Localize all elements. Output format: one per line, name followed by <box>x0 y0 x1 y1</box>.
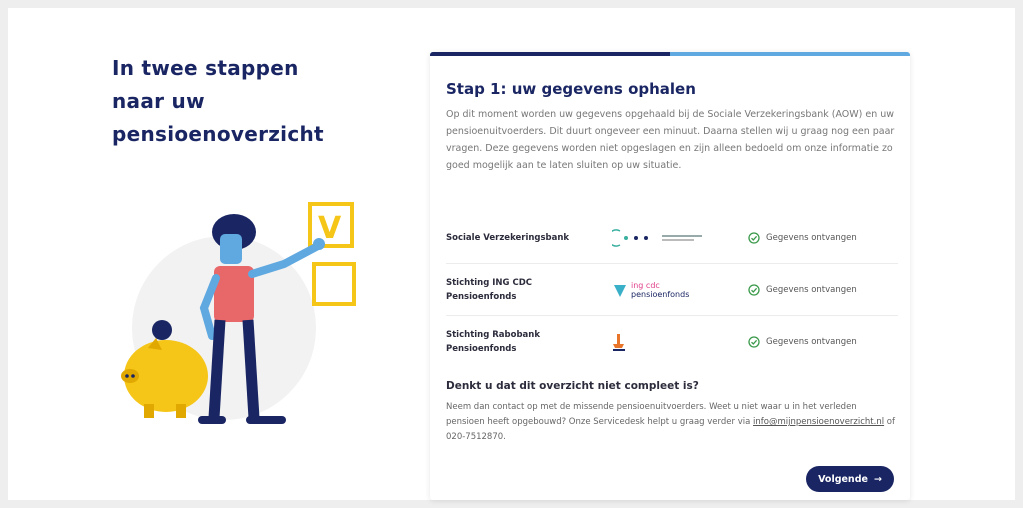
incomplete-heading: Denkt u dat dit overzicht niet compleet … <box>446 380 699 392</box>
provider-list: Sociale Verzekeringsbank Gegevens ontvan… <box>446 212 898 368</box>
provider-status: Gegevens ontvangen <box>748 283 857 296</box>
pension-illustration: V <box>121 202 356 424</box>
headline-line-1: In twee stappen <box>112 56 299 80</box>
headline-line-2: naar uw <box>112 89 205 113</box>
provider-name-line: Stichting ING CDC <box>446 277 533 288</box>
progress-bar <box>430 52 910 56</box>
check-circle-icon <box>748 336 760 348</box>
status-text: Gegevens ontvangen <box>766 284 857 295</box>
progress-bar-fill <box>430 52 670 56</box>
provider-status: Gegevens ontvangen <box>748 336 857 348</box>
status-text: Gegevens ontvangen <box>766 337 857 347</box>
page: In twee stappen naar uw pensioenoverzich… <box>8 8 1015 500</box>
rabobank-logo <box>612 327 748 357</box>
svb-logo-icon <box>612 228 702 247</box>
check-circle-icon <box>748 231 760 244</box>
ing-cdc-logo-subtext: pensioenfonds <box>631 289 690 299</box>
rabobank-logo-icon <box>613 334 625 351</box>
next-button-label: Volgende <box>818 473 868 485</box>
provider-status: Gegevens ontvangen <box>748 231 857 244</box>
provider-row-rabobank: Stichting Rabobank Pensioenfonds Gegeven… <box>446 316 898 368</box>
provider-name-line: Sociale Verzekeringsbank <box>446 232 570 243</box>
step-title: Stap 1: uw gegevens ophalen <box>446 80 696 98</box>
incomplete-text: Neem dan contact op met de missende pens… <box>446 400 896 445</box>
status-text: Gegevens ontvangen <box>766 232 857 243</box>
arrow-right-icon: → <box>873 473 882 485</box>
step-intro-text: Op dit moment worden uw gegevens opgehaa… <box>446 109 895 171</box>
checkbox-empty <box>312 262 356 306</box>
provider-name: Stichting Rabobank Pensioenfonds <box>446 328 612 356</box>
ing-cdc-logo-icon <box>614 284 626 297</box>
provider-row-svb: Sociale Verzekeringsbank Gegevens ontvan… <box>446 212 898 264</box>
headline-line-3: pensioenoverzicht <box>112 122 324 146</box>
check-circle-icon <box>748 283 760 296</box>
page-headline: In twee stappen naar uw pensioenoverzich… <box>112 52 372 151</box>
ing-cdc-logo-text: ing cdc <box>631 280 660 290</box>
servicedesk-email-link[interactable]: info@mijnpensioenoverzicht.nl <box>753 417 884 427</box>
provider-name-line: Stichting Rabobank <box>446 330 540 340</box>
svb-logo <box>612 223 748 253</box>
provider-name: Stichting ING CDC Pensioenfonds <box>446 276 612 304</box>
provider-name: Sociale Verzekeringsbank <box>446 231 612 245</box>
ing-cdc-logo: ing cdc pensioenfonds <box>612 275 748 305</box>
provider-row-ing-cdc: Stichting ING CDC Pensioenfonds ing cdc … <box>446 264 898 316</box>
step-card: Stap 1: uw gegevens ophalen Op dit momen… <box>430 52 910 500</box>
provider-name-line: Pensioenfonds <box>446 344 517 354</box>
provider-name-line: Pensioenfonds <box>446 291 517 302</box>
next-button[interactable]: Volgende → <box>806 466 894 492</box>
